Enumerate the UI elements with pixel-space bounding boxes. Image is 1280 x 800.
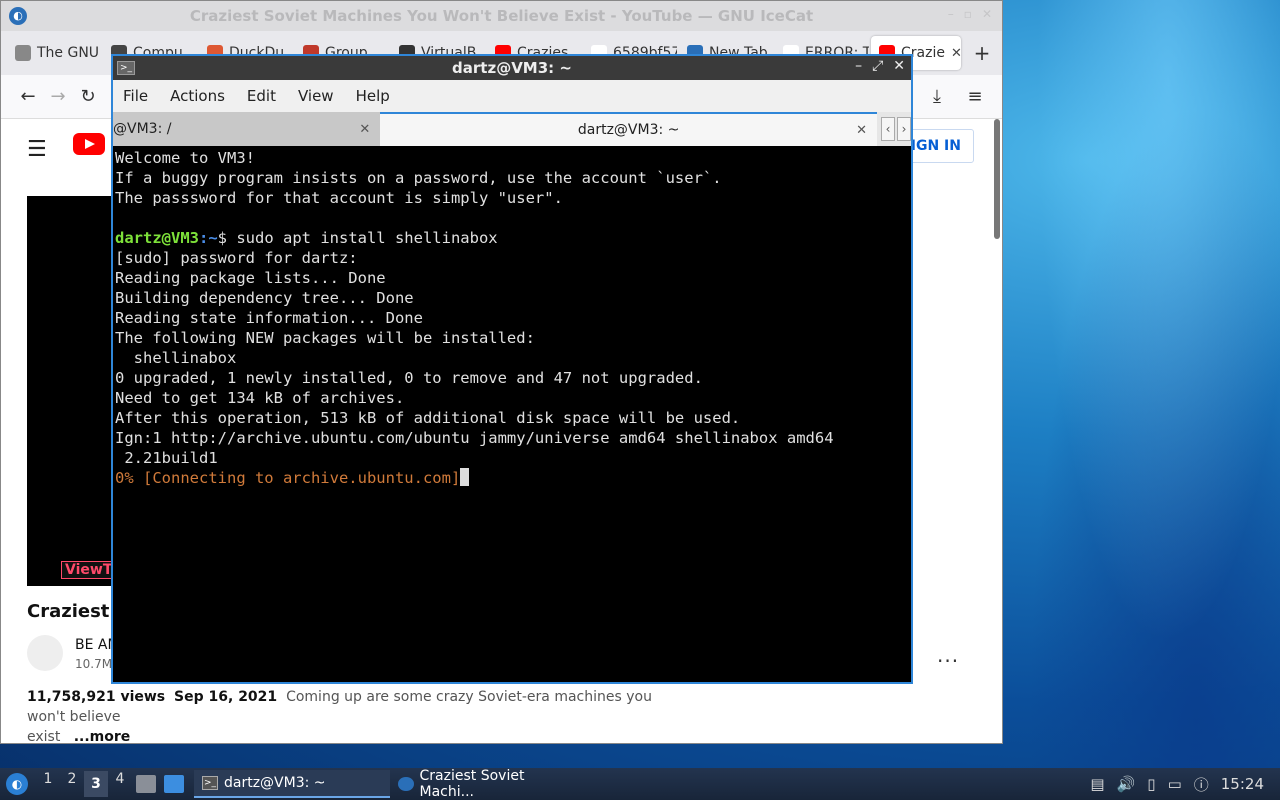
description-text-2: exist [27,729,61,744]
close-icon[interactable]: ✕ [982,7,992,21]
prompt-user: dartz@VM3 [115,229,199,247]
taskbar: ◐ 1234 >_ dartz@VM3: ~ Craziest Soviet Mac… [0,768,1280,800]
update-notifier-icon[interactable]: ⓘ [1194,774,1209,795]
download-icon[interactable]: ⤓ [922,82,952,112]
view-count: 11,758,921 views [27,689,166,705]
volume-icon[interactable]: 🔊 [1117,775,1136,793]
terminal-menubar: File Actions Edit View Help [113,80,911,112]
menu-file[interactable]: File [123,87,148,105]
tab-close-icon[interactable]: ✕ [359,122,370,137]
storage-icon[interactable]: ▤ [1090,775,1104,793]
workspace-2[interactable]: 2 [60,771,84,797]
welcome-text: Welcome to VM3! If a buggy program insis… [115,149,722,207]
start-menu-icon[interactable]: ◐ [6,773,28,795]
new-tab-button[interactable]: + [967,41,997,65]
task-label: dartz@VM3: ~ [224,775,326,791]
video-watermark: ViewT [61,561,117,579]
close-icon[interactable]: ✕ [893,58,905,74]
terminal-titlebar[interactable]: >_ dartz@VM3: ~ – ⤢ ✕ [113,56,911,80]
text-cursor [460,468,470,486]
minimize-icon[interactable]: – [948,7,954,21]
video-title: Craziest So [27,601,117,622]
workspace-switcher: 1234 [36,771,132,797]
tab-label: The GNU [37,45,100,61]
back-icon[interactable]: ← [13,82,43,112]
terminal-window-controls: – ⤢ ✕ [855,58,905,74]
tab-close-icon[interactable]: ✕ [951,46,961,61]
show-more-link[interactable]: ...more [74,729,131,743]
maximize-icon[interactable]: ▫ [964,7,972,21]
file-manager-icon[interactable] [136,775,156,793]
terminal-tab-label: dartz@VM3: ~ [577,122,680,138]
taskbar-task[interactable]: >_ dartz@VM3: ~ [194,770,390,798]
clipboard-icon[interactable]: ▯ [1147,775,1155,793]
upload-date: Sep 16, 2021 [174,689,278,705]
browser-tab[interactable]: The GNU [7,36,101,70]
command-text: $ sudo apt install shellinabox [217,229,498,247]
terminal-output[interactable]: Welcome to VM3! If a buggy program insis… [113,146,911,682]
youtube-logo-icon[interactable] [73,133,105,155]
forward-icon[interactable]: → [43,82,73,112]
progress-line: 0% [Connecting to archive.ubuntu.com] [115,469,461,487]
tab-scroll-left-icon[interactable]: ‹ [881,117,895,141]
terminal-tab-root[interactable]: @VM3: / ✕ [113,112,381,146]
minimize-icon[interactable]: – [855,58,862,74]
menu-view[interactable]: View [298,87,334,105]
menu-icon[interactable]: ≡ [960,82,990,112]
subscriber-count: 10.7M [75,657,113,671]
tab-scroll-right-icon[interactable]: › [897,117,911,141]
task-label: Craziest Soviet Machi... [419,768,525,800]
taskbar-task[interactable]: Craziest Soviet Machi... [390,768,586,800]
tab-scroll-arrows: ‹ › [881,112,911,146]
terminal-title: dartz@VM3: ~ [452,59,572,77]
menu-edit[interactable]: Edit [247,87,276,105]
window-controls: – ▫ ✕ [948,7,992,21]
terminal-tab-label: @VM3: / [113,121,172,137]
workspace-3[interactable]: 3 [84,771,108,797]
tab-favicon-icon [15,45,31,61]
command-output: [sudo] password for dartz: Reading packa… [115,249,834,467]
maximize-icon[interactable]: ⤢ [872,58,883,74]
prompt-path: :~ [199,229,218,247]
page-scrollbar[interactable] [994,119,1000,239]
browser-title: Craziest Soviet Machines You Won't Belie… [189,7,814,25]
terminal-window: >_ dartz@VM3: ~ – ⤢ ✕ File Actions Edit Vie… [111,54,913,684]
icecat-task-icon [398,777,414,791]
channel-name[interactable]: BE AM [75,637,115,653]
task-list: >_ dartz@VM3: ~ Craziest Soviet Machi... [194,768,586,800]
menu-actions[interactable]: Actions [170,87,225,105]
workspace-1[interactable]: 1 [36,771,60,797]
show-desktop-icon[interactable] [164,775,184,793]
clock[interactable]: 15:24 [1221,775,1264,793]
video-player[interactable] [27,196,117,586]
more-actions-icon[interactable]: ... [937,643,959,667]
menu-help[interactable]: Help [356,87,390,105]
system-tray: ▤ 🔊 ▯ ▭ ⓘ 15:24 [1090,774,1280,795]
terminal-tabbar: @VM3: / ✕ dartz@VM3: ~ ✕ ‹ › [113,112,911,146]
terminal-tab-home[interactable]: dartz@VM3: ~ ✕ [380,112,877,146]
video-description[interactable]: 11,758,921 views Sep 16, 2021 Coming up … [27,687,667,744]
terminal-task-icon: >_ [202,776,218,790]
browser-titlebar[interactable]: ◐ Craziest Soviet Machines You Won't Bel… [1,1,1002,31]
hamburger-menu-icon[interactable]: ☰ [27,137,47,162]
reload-icon[interactable]: ↻ [73,82,103,112]
channel-avatar[interactable] [27,635,63,671]
network-icon[interactable]: ▭ [1168,775,1182,793]
tab-close-icon[interactable]: ✕ [856,123,867,138]
workspace-4[interactable]: 4 [108,771,132,797]
